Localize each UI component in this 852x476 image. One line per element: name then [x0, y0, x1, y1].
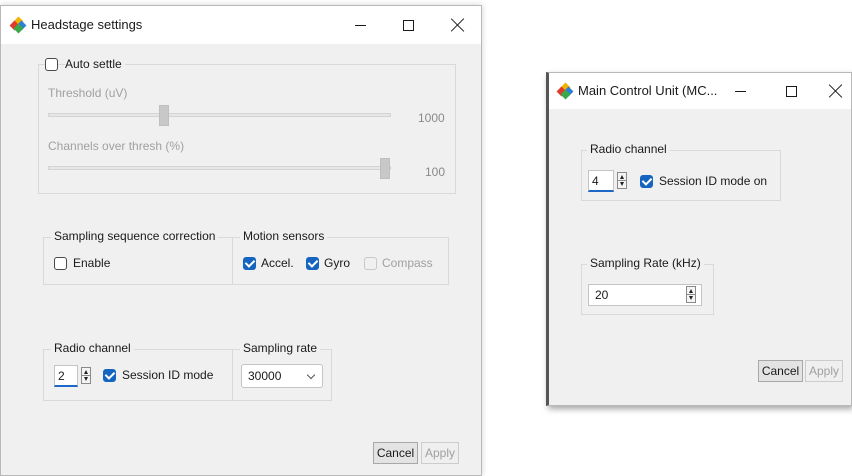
maximize-icon: [785, 85, 797, 97]
sampling-rate-spin-buttons[interactable]: [686, 286, 696, 303]
maximize-button[interactable]: [771, 73, 811, 109]
close-icon: [829, 84, 843, 98]
accel-label: Accel.: [261, 256, 294, 270]
apply-button[interactable]: Apply: [421, 442, 459, 464]
enable-label: Enable: [73, 256, 111, 270]
session-id-mode-on-checkbox[interactable]: [640, 175, 653, 188]
sampling-rate-dropdown[interactable]: 30000: [241, 364, 323, 388]
radio-channel-title: Radio channel: [587, 142, 670, 156]
channels-over-thresh-value: 100: [425, 165, 446, 179]
sampling-rate-spinbox[interactable]: 20: [588, 284, 702, 306]
compass-label: Compass: [382, 256, 433, 270]
sampling-rate-selected: 30000: [248, 369, 282, 383]
window-title: Headstage settings: [31, 17, 143, 32]
title-bar[interactable]: Headstage settings: [1, 6, 481, 44]
maximize-icon: [402, 19, 414, 31]
accel-checkbox[interactable]: [243, 257, 256, 270]
radio-channel-spin-buttons[interactable]: [81, 367, 91, 384]
radio-channel-title: Radio channel: [51, 341, 134, 355]
gyro-label: Gyro: [324, 256, 351, 270]
sampling-sequence-title: Sampling sequence correction: [51, 229, 219, 243]
channels-over-thresh-slider-thumb[interactable]: [380, 158, 390, 179]
threshold-slider[interactable]: [48, 113, 391, 117]
auto-settle-checkbox[interactable]: [45, 58, 58, 71]
headstage-settings-window: Headstage settings Auto settle Threshold…: [0, 5, 482, 476]
radio-channel-spin-buttons[interactable]: [617, 172, 627, 189]
auto-settle-group: [38, 64, 456, 194]
channels-over-thresh-slider[interactable]: [48, 166, 391, 170]
session-id-mode-label: Session ID mode: [122, 368, 214, 382]
cancel-button[interactable]: Cancel: [373, 442, 418, 464]
minimize-button[interactable]: [720, 73, 760, 109]
radio-channel-spinbox[interactable]: 4: [588, 170, 614, 192]
close-button[interactable]: [818, 73, 852, 109]
threshold-label: Threshold (uV): [48, 86, 128, 100]
sampling-sequence-group: Sampling sequence correction: [43, 229, 233, 285]
minimize-button[interactable]: [337, 6, 383, 44]
radio-channel-spinbox[interactable]: 2: [54, 365, 78, 387]
app-icon: [9, 16, 27, 34]
compass-checkbox[interactable]: [364, 257, 377, 270]
maximize-button[interactable]: [385, 6, 431, 44]
session-id-mode-checkbox[interactable]: [103, 369, 116, 382]
cancel-button[interactable]: Cancel: [758, 360, 803, 382]
minimize-icon: [354, 24, 366, 26]
enable-checkbox[interactable]: [54, 257, 67, 270]
mcu-window: Main Control Unit (MC... Radio channel 4…: [546, 72, 852, 406]
auto-settle-label: Auto settle: [65, 57, 125, 71]
close-icon: [451, 18, 465, 32]
close-button[interactable]: [435, 6, 481, 44]
apply-button[interactable]: Apply: [805, 360, 843, 382]
motion-sensors-title: Motion sensors: [240, 229, 328, 243]
app-icon: [556, 82, 574, 100]
minimize-icon: [734, 90, 746, 92]
gyro-checkbox[interactable]: [306, 257, 319, 270]
sampling-rate-title: Sampling Rate (kHz): [587, 256, 704, 270]
window-title: Main Control Unit (MC...: [578, 83, 718, 98]
sampling-rate-title: Sampling rate: [240, 341, 321, 355]
session-id-mode-on-label: Session ID mode on: [659, 174, 768, 188]
threshold-value: 1000: [418, 111, 445, 125]
threshold-slider-thumb[interactable]: [159, 105, 169, 126]
channels-over-thresh-label: Channels over thresh (%): [48, 139, 185, 153]
chevron-down-icon: [306, 370, 316, 380]
title-bar[interactable]: Main Control Unit (MC...: [549, 73, 851, 109]
